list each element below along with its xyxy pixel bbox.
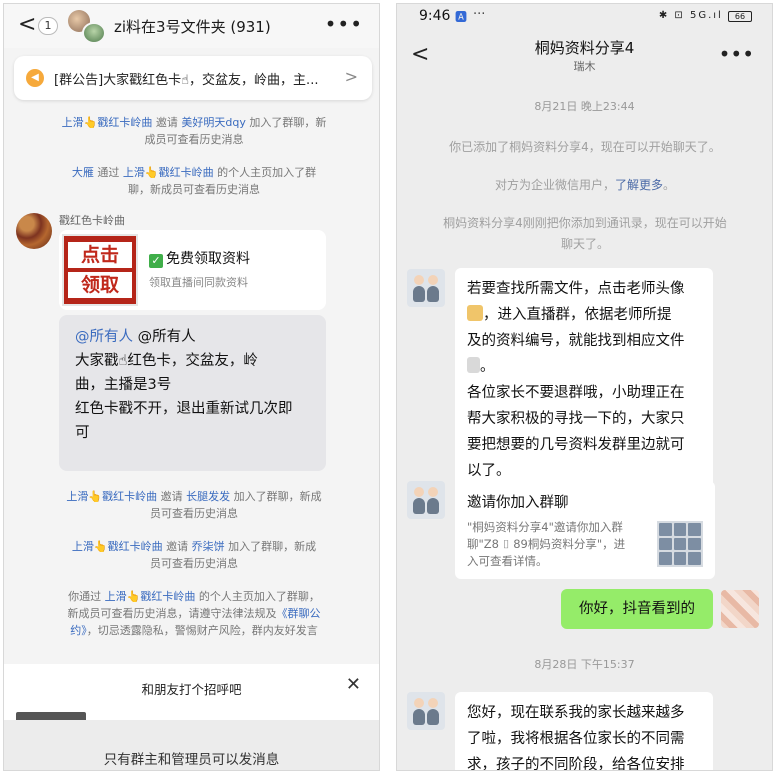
status-bar: 9:46 🅰 ··· ✱ ⊡ 5G.ıl 66: [397, 4, 772, 30]
private-chat-panel: 9:46 🅰 ··· ✱ ⊡ 5G.ıl 66 < 桐妈资料分享4 瑞木 •••…: [396, 3, 773, 771]
close-icon[interactable]: ✕: [346, 674, 361, 695]
chevron-right-icon: >: [344, 67, 358, 86]
contact-avatar[interactable]: [407, 269, 445, 307]
notice-text: [群公告]大家戳红色卡☝，交盆友，岭曲，主...: [54, 73, 319, 88]
battery-icon: 66: [728, 11, 752, 22]
outgoing-message[interactable]: 你好，抖音看到的: [561, 589, 713, 629]
promo-card[interactable]: 点击 领取 ✓ 免费领取资料 领取直播间同款资料: [59, 230, 326, 310]
contact-avatar[interactable]: [407, 692, 445, 730]
invite-description: "桐妈资料分享4"邀请你加入群 聊"Z8 ⌷ 89桐妈资料分享"，进 入可查看详…: [467, 520, 626, 568]
user-link[interactable]: 长腿发发: [186, 490, 230, 503]
user-link[interactable]: 上滑👆戳红卡岭曲: [105, 590, 196, 603]
user-link[interactable]: 上滑👆戳红卡岭曲: [62, 116, 153, 129]
user-link[interactable]: 上滑👆戳红卡岭曲: [66, 490, 157, 503]
speaker-icon: ◀: [26, 69, 44, 87]
back-icon[interactable]: <: [18, 12, 36, 38]
user-link[interactable]: 上滑👆戳红卡岭曲: [123, 166, 214, 179]
user-link[interactable]: 大雁: [72, 166, 94, 179]
system-message: 对方为企业微信用户，了解更多。: [494, 178, 676, 192]
group-thumbnail: [657, 521, 703, 567]
message-bubble[interactable]: 若要查找所需文件，点击老师头像 ，进入直播群，依据老师所提 及的资料编号，就能找…: [455, 268, 713, 492]
system-message: 桐妈资料分享4刚刚把你添加到通讯录，现在可以开始 聊天了。: [443, 216, 727, 251]
sender-name: 戳红色卡岭曲: [59, 214, 125, 227]
chat-title: 桐妈资料分享4: [534, 39, 635, 57]
self-avatar[interactable]: [721, 590, 759, 628]
user-link[interactable]: 上滑👆戳红卡岭曲: [72, 540, 163, 553]
greeting-text: 和朋友打个招呼吧: [141, 682, 242, 697]
group-notice-bar[interactable]: ◀ [群公告]大家戳红色卡☝，交盆友，岭曲，主... >: [14, 56, 372, 100]
app-notify-icon: 🅰: [455, 10, 468, 24]
check-icon: ✓: [149, 254, 163, 268]
learn-more-link[interactable]: 了解更多: [615, 178, 663, 192]
card-thumbnail: 点击 领取: [62, 234, 138, 306]
more-icon[interactable]: •••: [325, 12, 363, 36]
card-subtitle: 领取直播间同款资料: [149, 276, 248, 289]
document-icon: [467, 357, 480, 373]
group-avatar[interactable]: [66, 10, 106, 44]
convention-link[interactable]: 《群聊公: [277, 607, 321, 620]
system-message: 你通过 上滑👆戳红卡岭曲 的个人主页加入了群聊， 新成员可查看历史消息，请遵守法…: [67, 590, 321, 637]
member-avatar: [82, 22, 106, 44]
avatar-emoji-icon: [467, 305, 483, 321]
mute-notice: 只有群主和管理员可以发消息: [103, 752, 280, 768]
user-link[interactable]: 乔柒饼: [192, 540, 225, 553]
screenshot-root: < 1 zi料在3号文件夹 (931) ••• ◀ [群公告]大家戳红色卡☝，交…: [0, 0, 776, 774]
system-message: 上滑👆戳红卡岭曲 邀请 美好明天dqy 加入了群聊，新 成员可查看历史消息: [61, 116, 327, 146]
sender-avatar[interactable]: [16, 213, 52, 249]
group-title: zi料在3号文件夹 (931): [114, 18, 271, 36]
timestamp: 8月28日 下午15:37: [534, 658, 635, 671]
more-icon[interactable]: •••: [719, 42, 754, 66]
chat-header: < 1 zi料在3号文件夹 (931) •••: [4, 4, 379, 48]
more-notify-icon: ···: [473, 7, 486, 22]
card-title: ✓ 免费领取资料: [149, 248, 250, 268]
user-link[interactable]: 美好明天dqy: [181, 116, 245, 129]
signal-icons: ✱ ⊡ 5G.ıl 66: [659, 10, 752, 22]
chat-subtitle: 瑞木: [573, 60, 596, 73]
mention-link[interactable]: @所有人: [75, 329, 133, 345]
greeting-panel: 和朋友打个招呼吧 ✕: [4, 664, 379, 722]
message-bubble[interactable]: 您好，现在联系我的家长越来越多 了啦，我将根据各位家长的不同需 求，孩子的不同阶…: [455, 692, 713, 770]
input-disabled-bar: 只有群主和管理员可以发消息: [4, 720, 379, 770]
system-message: 上滑👆戳红卡岭曲 邀请 长腿发发 加入了群聊，新成 员可查看历史消息: [66, 490, 322, 520]
contact-avatar[interactable]: [407, 481, 445, 519]
group-chat-panel: < 1 zi料在3号文件夹 (931) ••• ◀ [群公告]大家戳红色卡☝，交…: [3, 3, 380, 771]
system-message: 上滑👆戳红卡岭曲 邀请 乔柒饼 加入了群聊，新成 员可查看历史消息: [71, 540, 317, 570]
clock: 9:46: [419, 8, 451, 24]
system-message: 你已添加了桐妈资料分享4，现在可以开始聊天了。: [449, 140, 721, 154]
timestamp: 8月21日 晚上23:44: [534, 100, 635, 113]
invite-title: 邀请你加入群聊: [467, 495, 569, 511]
convention-link[interactable]: 约》: [70, 624, 87, 637]
group-invite-card[interactable]: 邀请你加入群聊 "桐妈资料分享4"邀请你加入群 聊"Z8 ⌷ 89桐妈资料分享"…: [455, 481, 715, 579]
system-message: 大雁 通过 上滑👆戳红卡岭曲 的个人主页加入了群 聊，新成员可查看历史消息: [71, 166, 317, 196]
unread-badge[interactable]: 1: [38, 17, 58, 35]
message-bubble[interactable]: @所有人 @所有人 大家戳☝红色卡，交盆友，岭 曲，主播是3号 红色卡戳不开，退…: [59, 315, 326, 471]
